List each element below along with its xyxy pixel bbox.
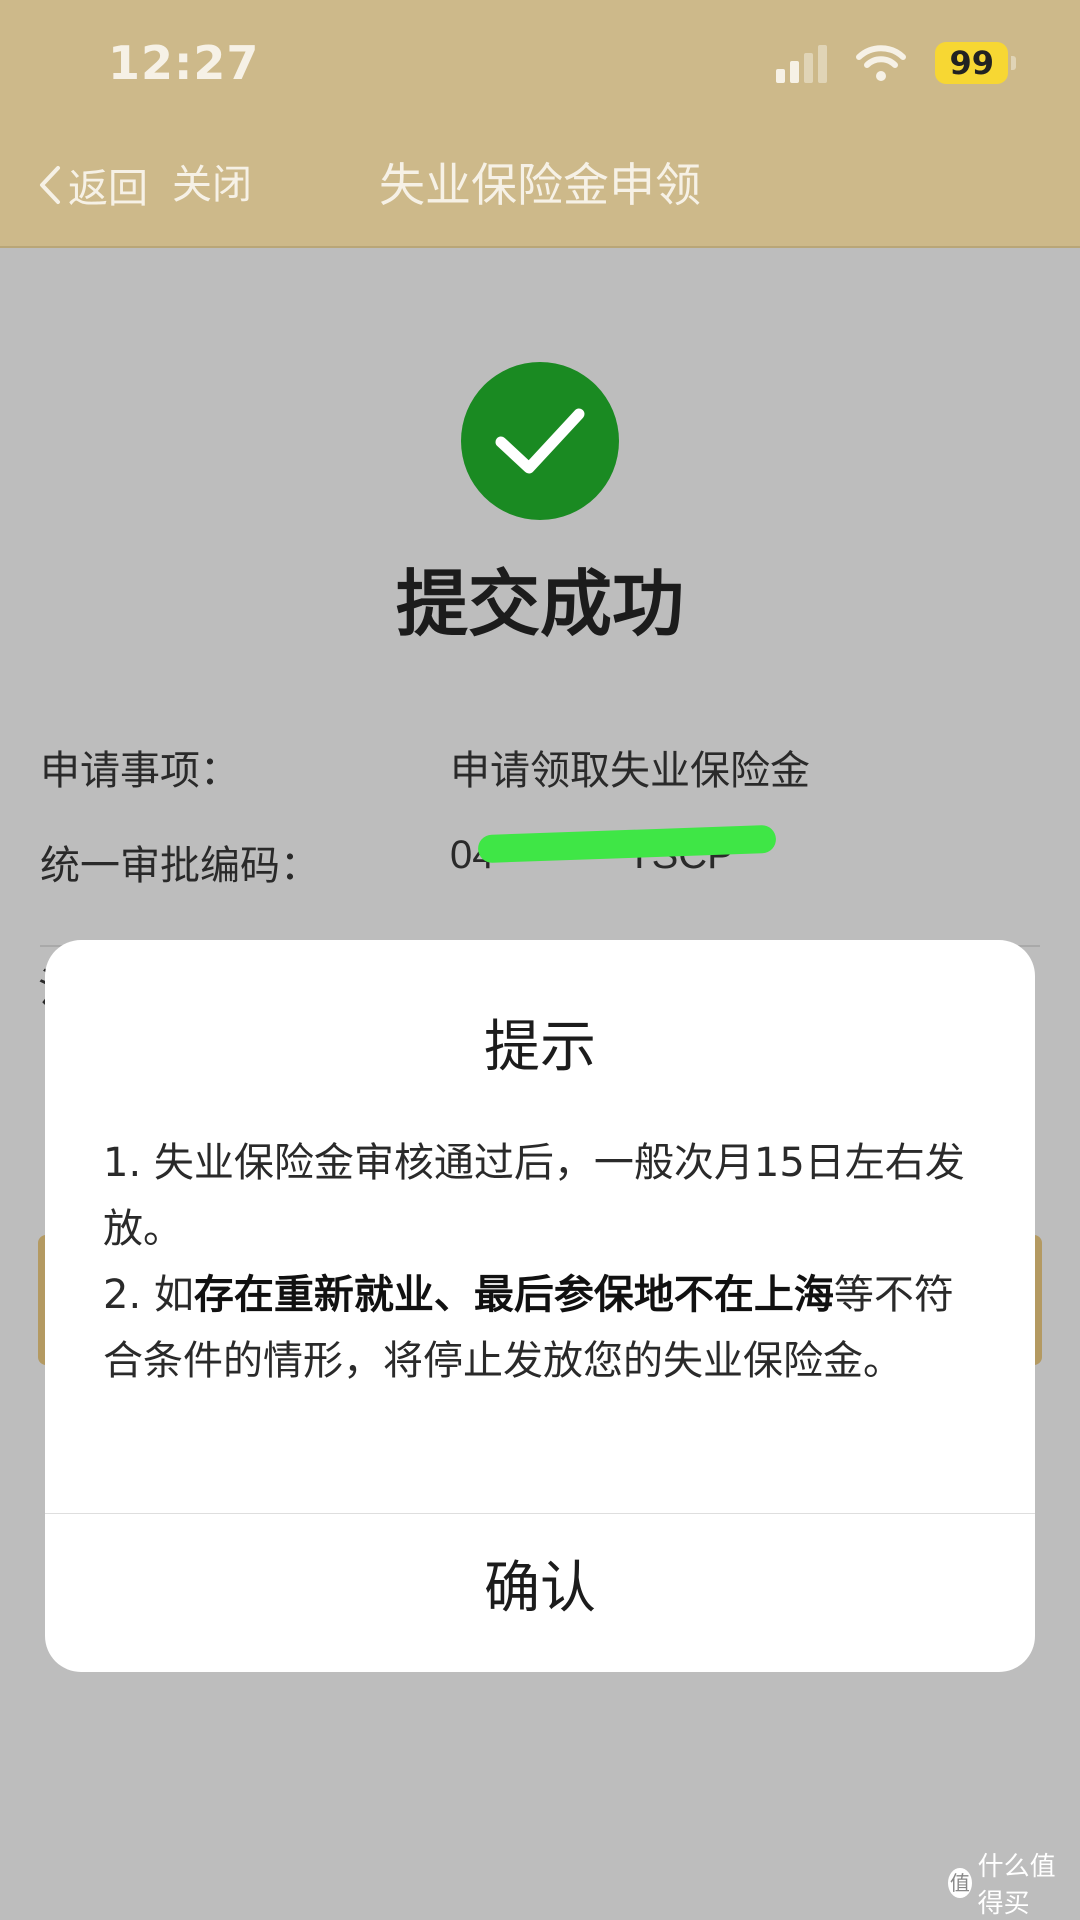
status-time: 12:27: [108, 36, 260, 90]
app-header: 12:27 99 返回 关闭 失业保险金申领: [0, 0, 1080, 248]
code-label: 统一审批编码：: [40, 843, 320, 889]
watermark: 值 什么值得买: [948, 1846, 1080, 1920]
wifi-icon: [856, 45, 907, 81]
line2-prefix: 2. 如: [103, 1272, 194, 1318]
confirm-button[interactable]: 确认: [45, 1514, 1035, 1672]
item-label: 申请事项：: [40, 748, 240, 794]
line2-emphasis: 存在重新就业、最后参保地不在上海: [193, 1272, 834, 1318]
result-title: 提交成功: [395, 562, 684, 646]
dialog-title: 提示: [484, 1015, 596, 1080]
watermark-text: 什么值得买: [977, 1852, 1056, 1919]
dialog-message: 1. 失业保险金审核通过后，一般次月15日左右发放。 2. 如存在重新就业、最后…: [103, 1130, 983, 1394]
battery-level: 99: [935, 42, 1008, 84]
item-value: 申请领取失业保险金: [450, 748, 810, 794]
page-title: 失业保险金申领: [379, 158, 701, 212]
dialog-line-2: 2. 如存在重新就业、最后参保地不在上海等不符合条件的情形，将停止发放您的失业保…: [103, 1262, 983, 1394]
dialog-line-1: 1. 失业保险金审核通过后，一般次月15日左右发放。: [103, 1140, 965, 1252]
status-icons: 99: [776, 38, 1016, 88]
signal-icon: [776, 43, 828, 83]
battery-icon: 99: [935, 42, 1016, 84]
check-circle-icon: [461, 362, 619, 520]
alert-dialog: 提示 1. 失业保险金审核通过后，一般次月15日左右发放。 2. 如存在重新就业…: [45, 940, 1035, 1672]
watermark-logo-icon: 值: [948, 1868, 972, 1898]
